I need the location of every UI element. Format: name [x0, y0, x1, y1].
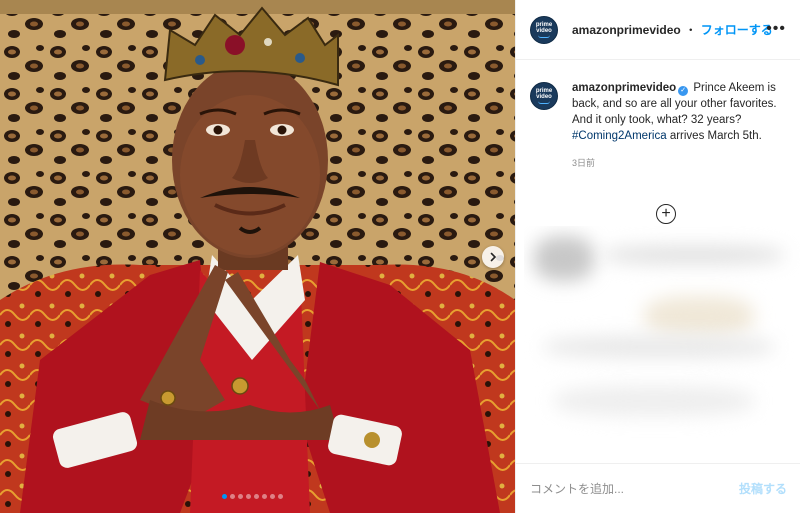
blurred-avatar	[534, 236, 594, 281]
blurred-comments-area	[524, 226, 800, 464]
prime-smile-icon	[538, 101, 550, 104]
header-username[interactable]: amazonprimevideo	[572, 23, 681, 37]
post-header: prime video amazonprimevideo ・ フォローする ••…	[516, 0, 800, 60]
blurred-text	[604, 246, 784, 264]
follow-button[interactable]: フォローする	[701, 21, 773, 38]
comment-input[interactable]	[530, 481, 739, 496]
carousel-dot	[238, 494, 243, 499]
carousel-dot	[222, 494, 227, 499]
caption-username[interactable]: amazonprimevideo	[572, 82, 676, 94]
carousel-dot	[254, 494, 259, 499]
plus-circle-icon: +	[661, 205, 671, 222]
more-options-icon[interactable]: •••	[766, 21, 786, 37]
next-slide-button[interactable]	[482, 246, 504, 268]
blurred-text	[554, 386, 754, 416]
post-caption: prime video amazonprimevideo ✓ Prince Ake…	[516, 60, 800, 144]
carousel-dot	[270, 494, 275, 499]
blurred-text	[544, 336, 774, 358]
verified-badge-icon: ✓	[678, 86, 689, 96]
hashtag-link[interactable]: #Coming2America	[572, 130, 667, 142]
caption-avatar[interactable]: prime video	[530, 82, 558, 110]
post-media[interactable]	[0, 0, 515, 513]
comment-bar: 投稿する	[516, 463, 800, 513]
load-more-comments-button[interactable]: +	[656, 204, 676, 224]
caption-body-end: arrives March 5th.	[669, 130, 762, 142]
post-side-panel: prime video amazonprimevideo ・ フォローする ••…	[515, 0, 800, 513]
chevron-right-icon	[490, 252, 497, 262]
post-photo	[0, 0, 515, 513]
carousel-dot	[230, 494, 235, 499]
avatar-text-bottom: video	[536, 94, 552, 100]
caption-text: amazonprimevideo ✓ Prince Akeem is back, …	[572, 80, 786, 144]
carousel-indicator	[222, 494, 283, 499]
instagram-post-dialog: prime video amazonprimevideo ・ フォローする ••…	[0, 0, 800, 513]
carousel-dot	[246, 494, 251, 499]
blurred-text	[644, 296, 754, 336]
post-timestamp[interactable]: 3日前	[572, 156, 800, 169]
header-separator: ・	[684, 23, 697, 37]
carousel-dot	[278, 494, 283, 499]
carousel-dot	[262, 494, 267, 499]
avatar-text-bottom: video	[536, 27, 552, 34]
prime-smile-icon	[538, 35, 550, 38]
avatar[interactable]: prime video	[530, 15, 558, 44]
post-comment-button[interactable]: 投稿する	[739, 480, 787, 497]
